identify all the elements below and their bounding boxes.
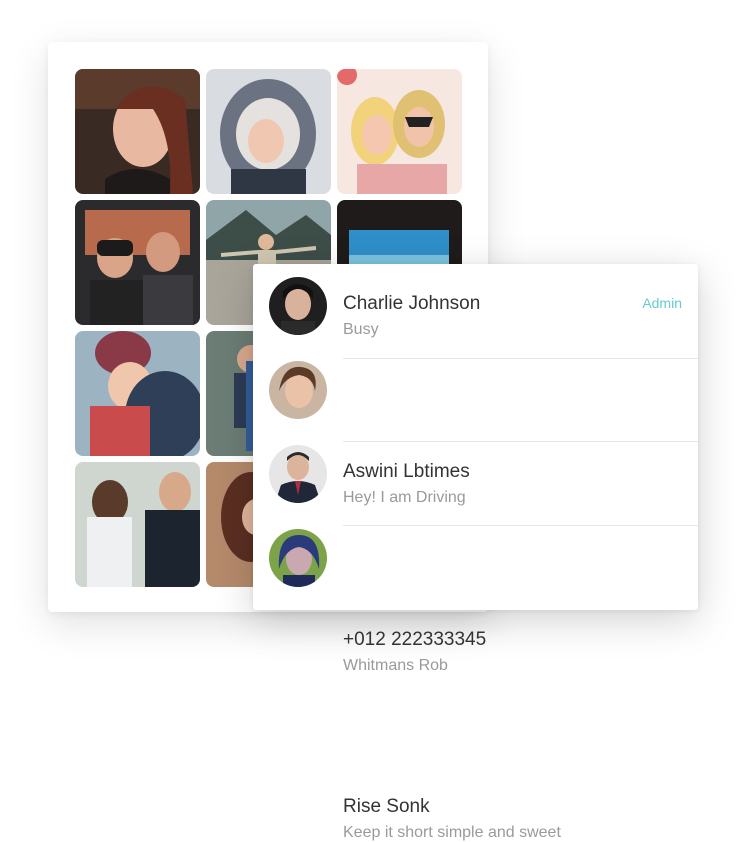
mother-child-photo: [75, 331, 200, 456]
woman-portrait-photo: [75, 69, 200, 194]
party-masks-photo: [337, 69, 462, 194]
contact-name: +012 222333345: [343, 629, 487, 650]
admin-badge: Admin: [642, 295, 682, 311]
photo-tile[interactable]: [75, 462, 200, 587]
contact-name: Rise Sonk: [343, 796, 430, 817]
photo-tile[interactable]: [75, 331, 200, 456]
avatar: [269, 529, 327, 587]
avatar: [269, 361, 327, 419]
contact-status: Whitmans Rob: [343, 657, 448, 674]
photo-tile[interactable]: [206, 69, 331, 194]
couple-beanies-photo: [75, 200, 200, 325]
contact-name: Charlie Johnson: [343, 293, 481, 314]
contact-status: Keep it short simple and sweet: [343, 824, 561, 841]
contact-list-card: Charlie Johnson Busy Admin Aswini Lbtime…: [253, 264, 698, 841]
photo-tile[interactable]: [75, 69, 200, 194]
contact-item[interactable]: Aswini Lbtimes Hey! I am Driving: [253, 348, 698, 506]
avatar: [269, 277, 327, 335]
contact-item[interactable]: +012 222333345 Whitmans Rob: [253, 432, 698, 674]
contact-status: Busy: [343, 321, 379, 338]
contact-item[interactable]: Charlie Johnson Busy Admin: [253, 264, 698, 348]
woman-in-fur-hood-photo: [206, 69, 331, 194]
photo-tile[interactable]: [337, 69, 462, 194]
avatar: [269, 445, 327, 503]
photo-tile[interactable]: [75, 200, 200, 325]
wedding-couple-photo: [75, 462, 200, 587]
contact-item[interactable]: Rise Sonk Keep it short simple and sweet: [253, 516, 698, 841]
